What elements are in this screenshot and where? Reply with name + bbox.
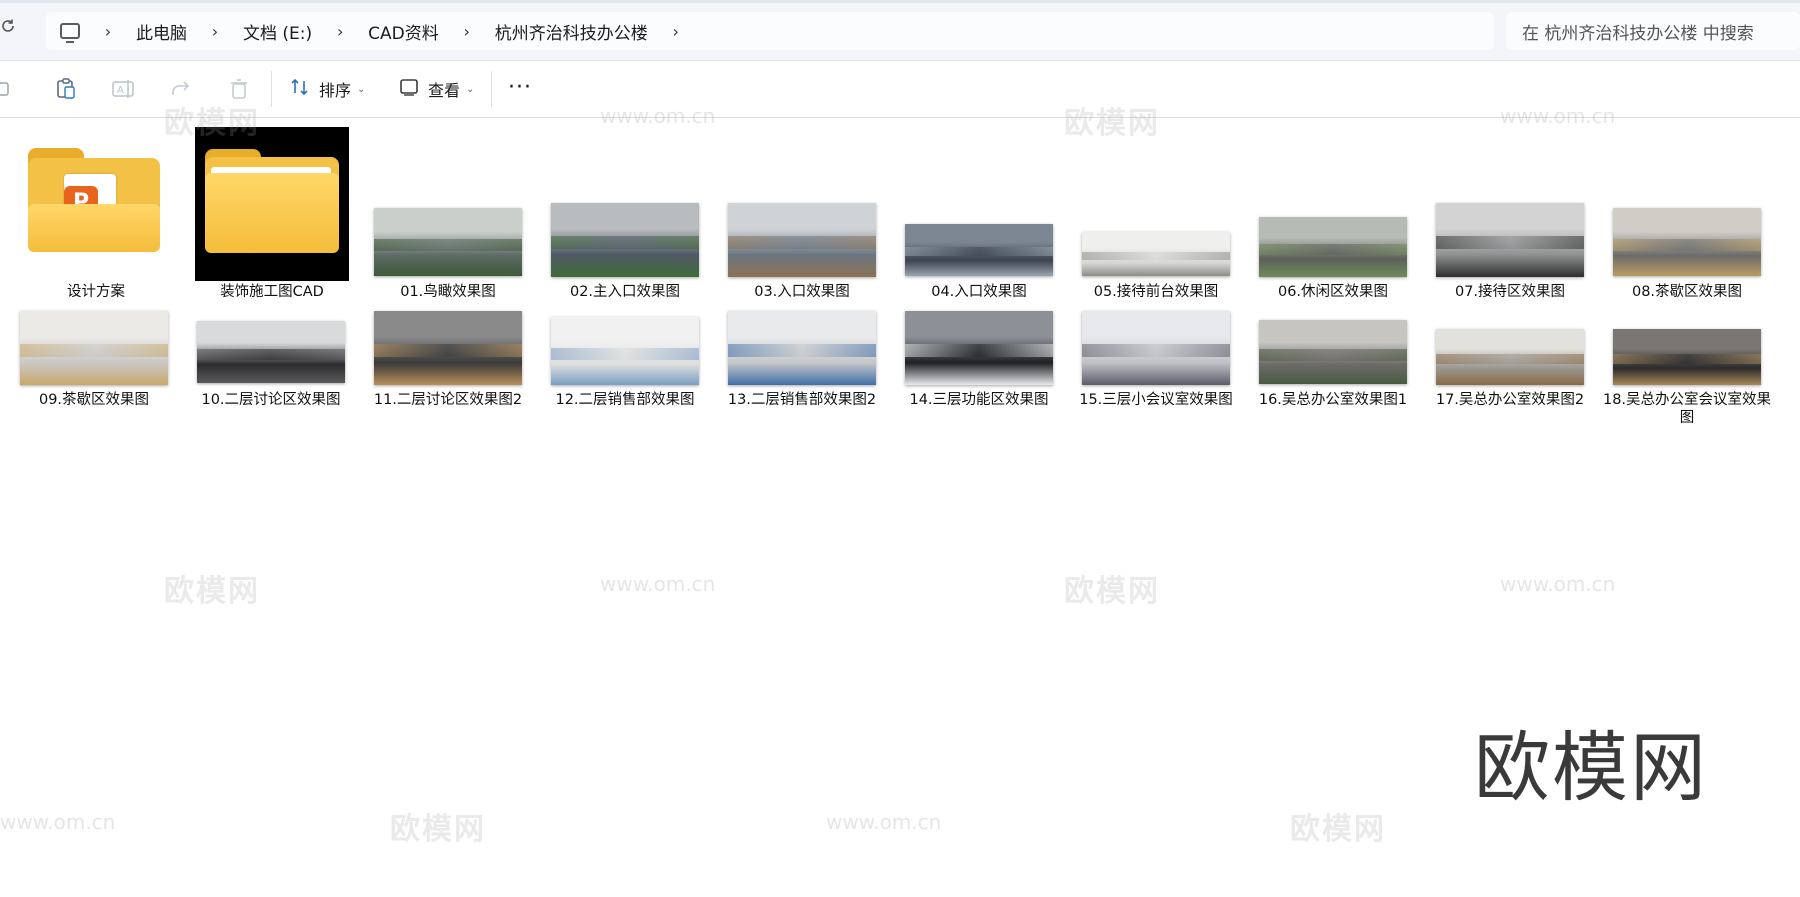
file-name: 07.接待区效果图 [1454,284,1566,300]
watermark-url: www.om.cn [600,104,716,128]
image-thumbnail [1082,311,1230,385]
file-name: 18.吴总办公室会议室效果图 [1602,392,1772,426]
paste-icon[interactable] [54,77,78,101]
image-thumbnail [197,321,345,383]
file-name: 14.三层功能区效果图 [909,392,1049,408]
view-label: 查看 [428,81,461,100]
watermark-text: 欧模网 [1290,812,1386,847]
file-name: 11.二层讨论区效果图2 [373,392,523,408]
watermark-text: 欧模网 [164,574,260,609]
file-name: 12.二层销售部效果图 [555,392,695,408]
chevron-down-icon: ⌄ [357,83,366,95]
image-thumbnail [551,203,699,277]
copy-icon[interactable] [0,77,24,101]
sort-icon [289,76,311,102]
file-name: 08.茶歇区效果图 [1631,284,1743,300]
view-icon [398,76,420,102]
breadcrumb-chevron-icon[interactable]: › [662,22,690,41]
breadcrumb-chevron-icon[interactable]: › [201,22,229,41]
breadcrumb-current-folder[interactable]: 杭州齐治科技办公楼 [489,19,654,44]
folder-icon [195,127,349,281]
file-name: 02.主入口效果图 [569,284,681,300]
breadcrumb-drive-e[interactable]: 文档 (E:) [237,19,318,44]
image-thumbnail [1436,203,1584,277]
breadcrumb-this-pc[interactable]: 此电脑 [130,19,193,44]
file-name: 01.鸟瞰效果图 [400,284,496,300]
image-thumbnail [374,208,522,276]
brand-logo: 欧模网 [1474,723,1708,812]
folder-name: 设计方案 [67,284,125,300]
file-name: 05.接待前台效果图 [1093,284,1219,300]
this-pc-icon[interactable] [60,23,80,43]
breadcrumb-chevron-icon[interactable]: › [453,22,481,41]
refresh-icon[interactable] [0,18,18,42]
address-bar-row: › 此电脑 › 文档 (E:) › CAD资料 › 杭州齐治科技办公楼 › 在 … [0,0,1800,61]
file-name: 03.入口效果图 [754,284,850,300]
breadcrumb-cad-folder[interactable]: CAD资料 [362,19,445,44]
watermark-text: 欧模网 [390,812,486,847]
image-thumbnail [1436,329,1584,385]
watermark-url: www.om.cn [1500,104,1616,128]
file-name: 09.茶歇区效果图 [38,392,150,408]
rename-icon[interactable]: A [111,77,135,101]
watermark-url: www.om.cn [600,572,716,596]
file-name: 06.休闲区效果图 [1277,284,1389,300]
view-button[interactable]: 查看 ⌄ [398,75,474,103]
file-name: 17.吴总办公室效果图2 [1435,392,1585,408]
watermark-url: www.om.cn [1500,572,1616,596]
watermark-text: 欧模网 [1064,574,1160,609]
more-options-button[interactable]: ··· [508,75,532,100]
file-name: 10.二层讨论区效果图 [201,392,341,408]
watermark-text: 欧模网 [1064,106,1160,141]
file-name: 13.二层销售部效果图2 [727,392,877,408]
file-name: 15.三层小会议室效果图 [1079,392,1233,408]
address-breadcrumb[interactable]: › 此电脑 › 文档 (E:) › CAD资料 › 杭州齐治科技办公楼 › [46,12,1494,50]
image-thumbnail [1259,320,1407,384]
watermark-text: 欧模网 [164,106,260,141]
image-thumbnail [20,311,168,385]
search-input[interactable]: 在 杭州齐治科技办公楼 中搜索 [1506,12,1800,50]
image-thumbnail [728,311,876,385]
watermark-url: www.om.cn [826,810,942,834]
file-name: 04.入口效果图 [931,284,1027,300]
chevron-down-icon: ⌄ [466,83,475,95]
image-thumbnail [1259,217,1407,277]
image-thumbnail [905,224,1053,276]
image-thumbnail [1613,329,1761,385]
image-thumbnail [374,311,522,385]
folder-name: 装饰施工图CAD [220,284,324,300]
svg-text:A: A [117,85,124,96]
image-thumbnail [1613,208,1761,276]
window-accent-strip [0,0,1800,3]
image-thumbnail [728,203,876,277]
image-thumbnail [1082,232,1230,276]
folder-with-file-icon: P [26,146,164,256]
toolbar-divider [271,71,272,107]
breadcrumb-chevron-icon[interactable]: › [326,22,354,41]
toolbar-divider [491,71,492,107]
sort-label: 排序 [319,81,352,100]
watermark-url: www.om.cn [0,810,116,834]
breadcrumb-chevron-icon[interactable]: › [94,22,122,41]
image-thumbnail [905,311,1053,385]
file-name: 16.吴总办公室效果图1 [1258,392,1408,408]
sort-button[interactable]: 排序 ⌄ [289,75,365,103]
image-thumbnail [551,317,699,385]
